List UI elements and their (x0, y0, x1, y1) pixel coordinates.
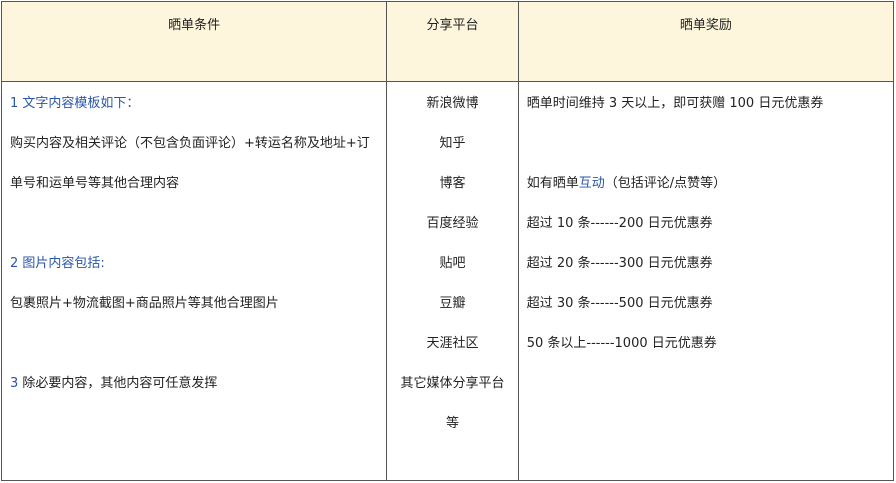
body-row: 1 文字内容模板如下： 购买内容及相关评论（不包含负面评论）+转运名称及地址+订… (0, 81, 895, 481)
condition-2-line-1: 包裹照片+物流截图+商品照片等其他合理图片 (10, 296, 279, 311)
condition-1-line-2: 单号和运单号等其他合理内容 (10, 176, 180, 191)
conditions-cell: 1 文字内容模板如下： 购买内容及相关评论（不包含负面评论）+转运名称及地址+订… (0, 81, 388, 481)
platform-item: 贴吧 (439, 256, 466, 271)
header-platforms-label: 分享平台 (426, 18, 479, 33)
header-conditions-label: 晒单条件 (168, 18, 221, 33)
reward-interaction-suffix: （包括评论/点赞等） (604, 176, 727, 191)
platform-item: 百度经验 (426, 216, 479, 231)
platform-item: 等 (445, 416, 459, 431)
platform-item: 天涯社区 (426, 336, 479, 351)
platform-item: 豆瓣 (439, 296, 466, 311)
header-rewards: 晒单奖励 (517, 1, 895, 82)
condition-2-title: 2 图片内容包括: (10, 256, 105, 271)
header-platforms: 分享平台 (386, 1, 519, 82)
reward-base: 晒单时间维持 3 天以上，即可获赠 100 日元优惠券 (526, 96, 824, 111)
platform-item: 新浪微博 (426, 96, 479, 111)
reward-interaction-highlight: 互动 (578, 176, 605, 191)
condition-1-line-1: 购买内容及相关评论（不包含负面评论）+转运名称及地址+订 (10, 136, 370, 151)
condition-1-title: 1 文字内容模板如下： (10, 96, 140, 111)
header-row: 晒单条件 分享平台 晒单奖励 (0, 1, 895, 82)
platform-item: 博客 (439, 176, 466, 191)
rewards-cell: 晒单时间维持 3 天以上，即可获赠 100 日元优惠券 如有晒单互动（包括评论/… (517, 81, 895, 481)
reward-tier: 50 条以上------1000 日元优惠券 (526, 336, 717, 351)
reward-tier: 超过 10 条------200 日元优惠券 (526, 216, 713, 231)
condition-3-text: 除必要内容，其他内容可任意发挥 (18, 376, 218, 391)
header-rewards-label: 晒单奖励 (679, 18, 732, 33)
platforms-cell: 新浪微博 知乎 博客 百度经验 贴吧 豆瓣 天涯社区 其它媒体分享平台 等 (386, 81, 519, 481)
reward-tier: 超过 20 条------300 日元优惠券 (526, 256, 713, 271)
platform-item: 其它媒体分享平台 (400, 376, 505, 391)
reward-interaction-prefix: 如有晒单 (526, 176, 579, 191)
reward-interaction: 如有晒单互动（包括评论/点赞等） (527, 176, 726, 192)
platform-item: 知乎 (439, 136, 466, 151)
promo-rules-table-wrapper: 晒单条件 分享平台 晒单奖励 1 文字内容模板如下： 购买内容及相关评论（不包含… (0, 0, 896, 483)
reward-tier: 超过 30 条------500 日元优惠券 (526, 296, 713, 311)
header-conditions: 晒单条件 (0, 1, 388, 82)
promo-rules-table: 晒单条件 分享平台 晒单奖励 1 文字内容模板如下： 购买内容及相关评论（不包含… (0, 1, 895, 481)
condition-3: 3 除必要内容，其他内容可任意发挥 (10, 376, 217, 392)
